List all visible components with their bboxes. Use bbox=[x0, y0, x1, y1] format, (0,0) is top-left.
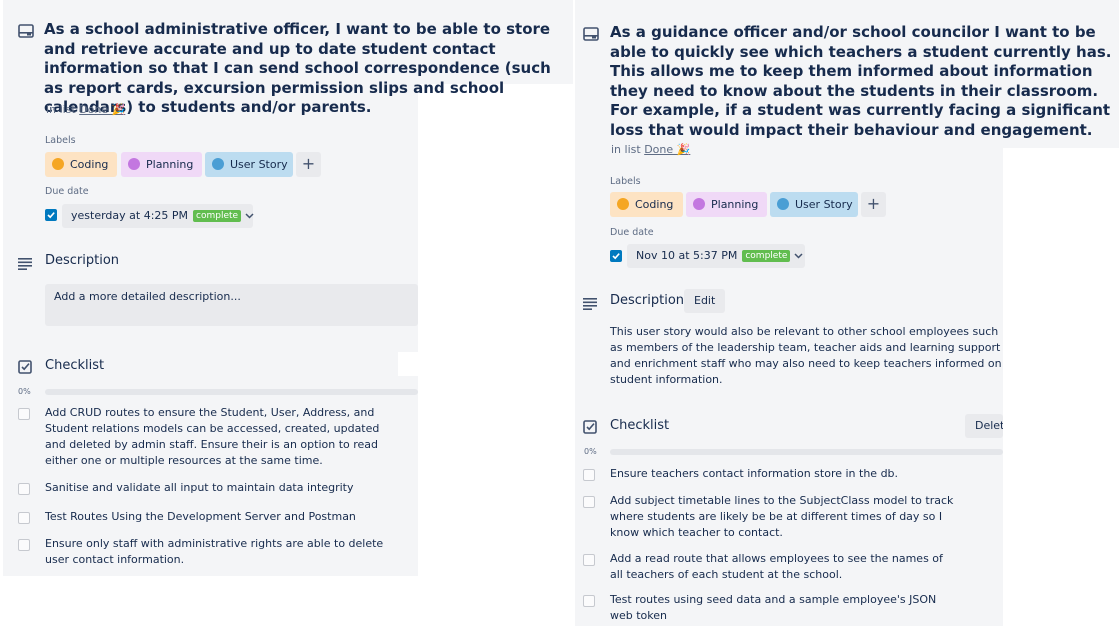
label-dot bbox=[777, 198, 789, 210]
checklist-item[interactable]: Test routes using seed data and a sample… bbox=[610, 592, 955, 624]
label-dot bbox=[128, 158, 140, 170]
description-heading: Description bbox=[610, 293, 685, 308]
checklist-item[interactable]: Add a read route that allows employees t… bbox=[610, 551, 955, 583]
in-list-prefix: in list bbox=[611, 143, 641, 156]
description-input[interactable]: Add a more detailed description... bbox=[45, 284, 418, 326]
in-list-text: in list Done 🎉 bbox=[46, 103, 125, 116]
in-list-text: in list Done 🎉 bbox=[611, 143, 690, 156]
checklist-progress-bar bbox=[610, 449, 1003, 455]
list-link[interactable]: Done 🎉 bbox=[79, 103, 125, 116]
chevron-down-icon bbox=[794, 244, 803, 268]
checklist-item[interactable]: Add subject timetable lines to the Subje… bbox=[610, 493, 955, 541]
card-title-icon bbox=[18, 23, 34, 38]
checklist-item-checkbox[interactable] bbox=[18, 512, 30, 524]
checklist-icon bbox=[583, 419, 597, 438]
add-label-button[interactable]: + bbox=[861, 192, 886, 217]
label-dot bbox=[52, 158, 64, 170]
label-name: Coding bbox=[70, 158, 109, 171]
checklist-item[interactable]: Ensure only staff with administrative ri… bbox=[45, 536, 390, 568]
label-name: Planning bbox=[146, 158, 194, 171]
description-icon bbox=[583, 295, 597, 314]
checklist-heading: Checklist bbox=[610, 418, 670, 433]
due-date-text: Nov 10 at 5:37 PM bbox=[636, 249, 738, 262]
label-user-story[interactable]: User Story bbox=[770, 192, 858, 217]
list-link[interactable]: Done 🎉 bbox=[644, 143, 690, 156]
checklist-item-checkbox[interactable] bbox=[583, 496, 595, 508]
in-list-prefix: in list bbox=[46, 103, 76, 116]
chevron-down-icon bbox=[245, 204, 254, 228]
checklist-item-checkbox[interactable] bbox=[18, 483, 30, 495]
due-date-button[interactable]: yesterday at 4:25 PM complete bbox=[62, 204, 254, 228]
labels-heading: Labels bbox=[610, 176, 641, 187]
complete-badge: complete bbox=[193, 210, 242, 222]
checklist-progress-text: 0% bbox=[584, 447, 597, 456]
labels-heading: Labels bbox=[45, 135, 76, 146]
checklist-item[interactable]: Sanitise and validate all input to maint… bbox=[45, 480, 390, 496]
add-label-button[interactable]: + bbox=[296, 152, 321, 177]
checklist-item-checkbox[interactable] bbox=[18, 408, 30, 420]
checklist-icon bbox=[18, 359, 32, 378]
card-title[interactable]: As a guidance officer and/or school coun… bbox=[610, 23, 1115, 140]
due-complete-checkbox[interactable] bbox=[610, 250, 622, 262]
description-icon bbox=[18, 255, 32, 274]
checklist-progress-text: 0% bbox=[18, 387, 31, 396]
due-complete-checkbox[interactable] bbox=[45, 209, 57, 221]
delete-checklist-button[interactable]: Delete bbox=[965, 414, 1003, 438]
due-date-button[interactable]: Nov 10 at 5:37 PM complete bbox=[627, 244, 805, 268]
label-dot bbox=[212, 158, 224, 170]
checklist-item-checkbox[interactable] bbox=[583, 595, 595, 607]
checklist-item[interactable]: Ensure teachers contact information stor… bbox=[610, 466, 955, 482]
checklist-heading: Checklist bbox=[45, 358, 105, 373]
label-planning[interactable]: Planning bbox=[121, 152, 202, 177]
label-name: User Story bbox=[230, 158, 288, 171]
checklist-item-checkbox[interactable] bbox=[583, 469, 595, 481]
label-dot bbox=[693, 198, 705, 210]
description-heading: Description bbox=[45, 253, 120, 268]
checklist-item-checkbox[interactable] bbox=[18, 539, 30, 551]
card-title-icon bbox=[583, 26, 599, 41]
description-text[interactable]: This user story would also be relevant t… bbox=[610, 324, 1002, 388]
label-name: Coding bbox=[635, 198, 674, 211]
label-planning[interactable]: Planning bbox=[686, 192, 767, 217]
checklist-item[interactable]: Add CRUD routes to ensure the Student, U… bbox=[45, 405, 390, 469]
label-name: User Story bbox=[795, 198, 853, 211]
label-dot bbox=[617, 198, 629, 210]
label-user-story[interactable]: User Story bbox=[205, 152, 293, 177]
label-name: Planning bbox=[711, 198, 759, 211]
checklist-progress-bar bbox=[45, 389, 418, 395]
due-date-heading: Due date bbox=[45, 186, 89, 197]
complete-badge: complete bbox=[742, 250, 791, 262]
due-date-text: yesterday at 4:25 PM bbox=[71, 209, 189, 222]
label-coding[interactable]: Coding bbox=[610, 192, 683, 217]
due-date-heading: Due date bbox=[610, 227, 654, 238]
checklist-item-checkbox[interactable] bbox=[583, 554, 595, 566]
label-coding[interactable]: Coding bbox=[45, 152, 117, 177]
edit-description-button[interactable]: Edit bbox=[684, 289, 726, 313]
checklist-item[interactable]: Test Routes Using the Development Server… bbox=[45, 509, 390, 525]
left-white-patch bbox=[398, 352, 418, 376]
